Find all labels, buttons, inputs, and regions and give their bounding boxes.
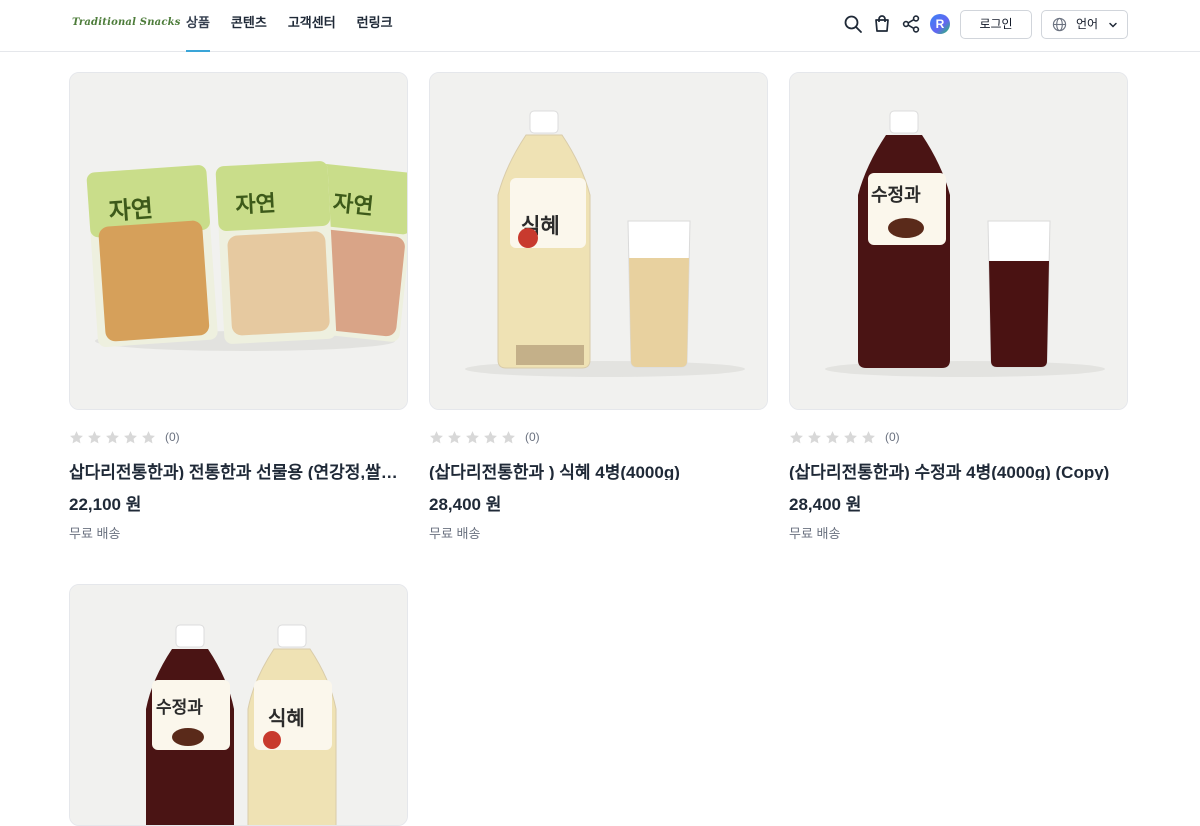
bottle-label: 수정과 xyxy=(871,185,921,206)
rating-count: (0) xyxy=(885,430,900,444)
star-icon xyxy=(466,430,479,443)
search-icon[interactable] xyxy=(843,14,863,34)
star-icon xyxy=(106,430,119,443)
nav-item-contents[interactable]: 콘텐츠 xyxy=(231,0,267,51)
product-price: 22,100 원 xyxy=(69,495,142,514)
profile-avatar[interactable]: R xyxy=(930,14,950,34)
rating-count: (0) xyxy=(165,430,180,444)
top-header: Traditional Snacks 상품 콘텐츠 고객센터 런링크 R 로그인… xyxy=(0,0,1200,52)
star-icon xyxy=(124,430,137,443)
star-icon xyxy=(862,430,875,443)
product-title[interactable]: (삽다리전통한과) 수정과 4병(4000g) (Copy) xyxy=(789,458,1128,480)
bag-label: 자연 xyxy=(108,193,154,225)
star-icon xyxy=(88,430,101,443)
product-card[interactable]: 수정과 (0) (삽다리전통한과) 수정과 4병(4000g) (Copy) 2… xyxy=(789,72,1128,552)
product-title[interactable]: 삽다리전통한과) 전통한과 선물용 (연강정,쌀강정,깨강정) xyxy=(69,458,408,480)
star-icon xyxy=(844,430,857,443)
star-icon xyxy=(70,430,83,443)
bottle-label: 수정과 xyxy=(156,698,203,718)
star-icon xyxy=(826,430,839,443)
site-logo[interactable]: Traditional Snacks xyxy=(72,17,181,28)
star-icon xyxy=(484,430,497,443)
chevron-down-icon xyxy=(1109,22,1117,28)
star-icon xyxy=(430,430,443,443)
product-card[interactable]: 수정과 식혜 xyxy=(69,584,408,826)
shipping-info: 무료 배송 xyxy=(789,526,841,541)
rating: (0) xyxy=(69,429,180,445)
product-price: 28,400 원 xyxy=(429,495,502,514)
nav-item-runlink[interactable]: 런링크 xyxy=(357,0,393,51)
product-title[interactable]: (삽다리전통한과 ) 식혜 4병(4000g) xyxy=(429,458,768,480)
cart-icon[interactable] xyxy=(872,14,892,34)
product-image[interactable]: 수정과 식혜 xyxy=(69,584,408,826)
nav-item-customer-center[interactable]: 고객센터 xyxy=(288,0,336,51)
product-image[interactable]: 식혜 xyxy=(429,72,768,410)
product-image[interactable]: 수정과 xyxy=(789,72,1128,410)
bottle-label: 식혜 xyxy=(268,706,305,730)
shipping-info: 무료 배송 xyxy=(429,526,481,541)
main-nav: 상품 콘텐츠 고객센터 런링크 xyxy=(186,0,414,52)
rating: (0) xyxy=(789,429,900,445)
login-button[interactable]: 로그인 xyxy=(960,10,1032,39)
share-icon[interactable] xyxy=(901,14,921,34)
nav-item-products[interactable]: 상품 xyxy=(186,0,210,52)
star-icon xyxy=(808,430,821,443)
star-icon xyxy=(790,430,803,443)
globe-icon xyxy=(1052,17,1067,32)
star-icon xyxy=(448,430,461,443)
product-image[interactable]: 자연 자연 자연 xyxy=(69,72,408,410)
language-label: 언어 xyxy=(1076,17,1099,31)
product-price: 28,400 원 xyxy=(789,495,862,514)
bag-label: 자연 xyxy=(332,190,375,220)
product-card[interactable]: 자연 자연 자연 (0) 삽다리전통한과) 전통한과 선물용 (연강정,쌀강 2… xyxy=(69,72,408,552)
bag-label: 자연 xyxy=(235,190,277,218)
language-select[interactable]: 언어 xyxy=(1041,10,1128,39)
product-card[interactable]: 식혜 (0) (삽다리전통한과 ) 식혜 4병(4000g) 28,400 원 … xyxy=(429,72,768,552)
rating-count: (0) xyxy=(525,430,540,444)
shipping-info: 무료 배송 xyxy=(69,526,121,541)
star-icon xyxy=(142,430,155,443)
rating: (0) xyxy=(429,429,540,445)
star-icon xyxy=(502,430,515,443)
